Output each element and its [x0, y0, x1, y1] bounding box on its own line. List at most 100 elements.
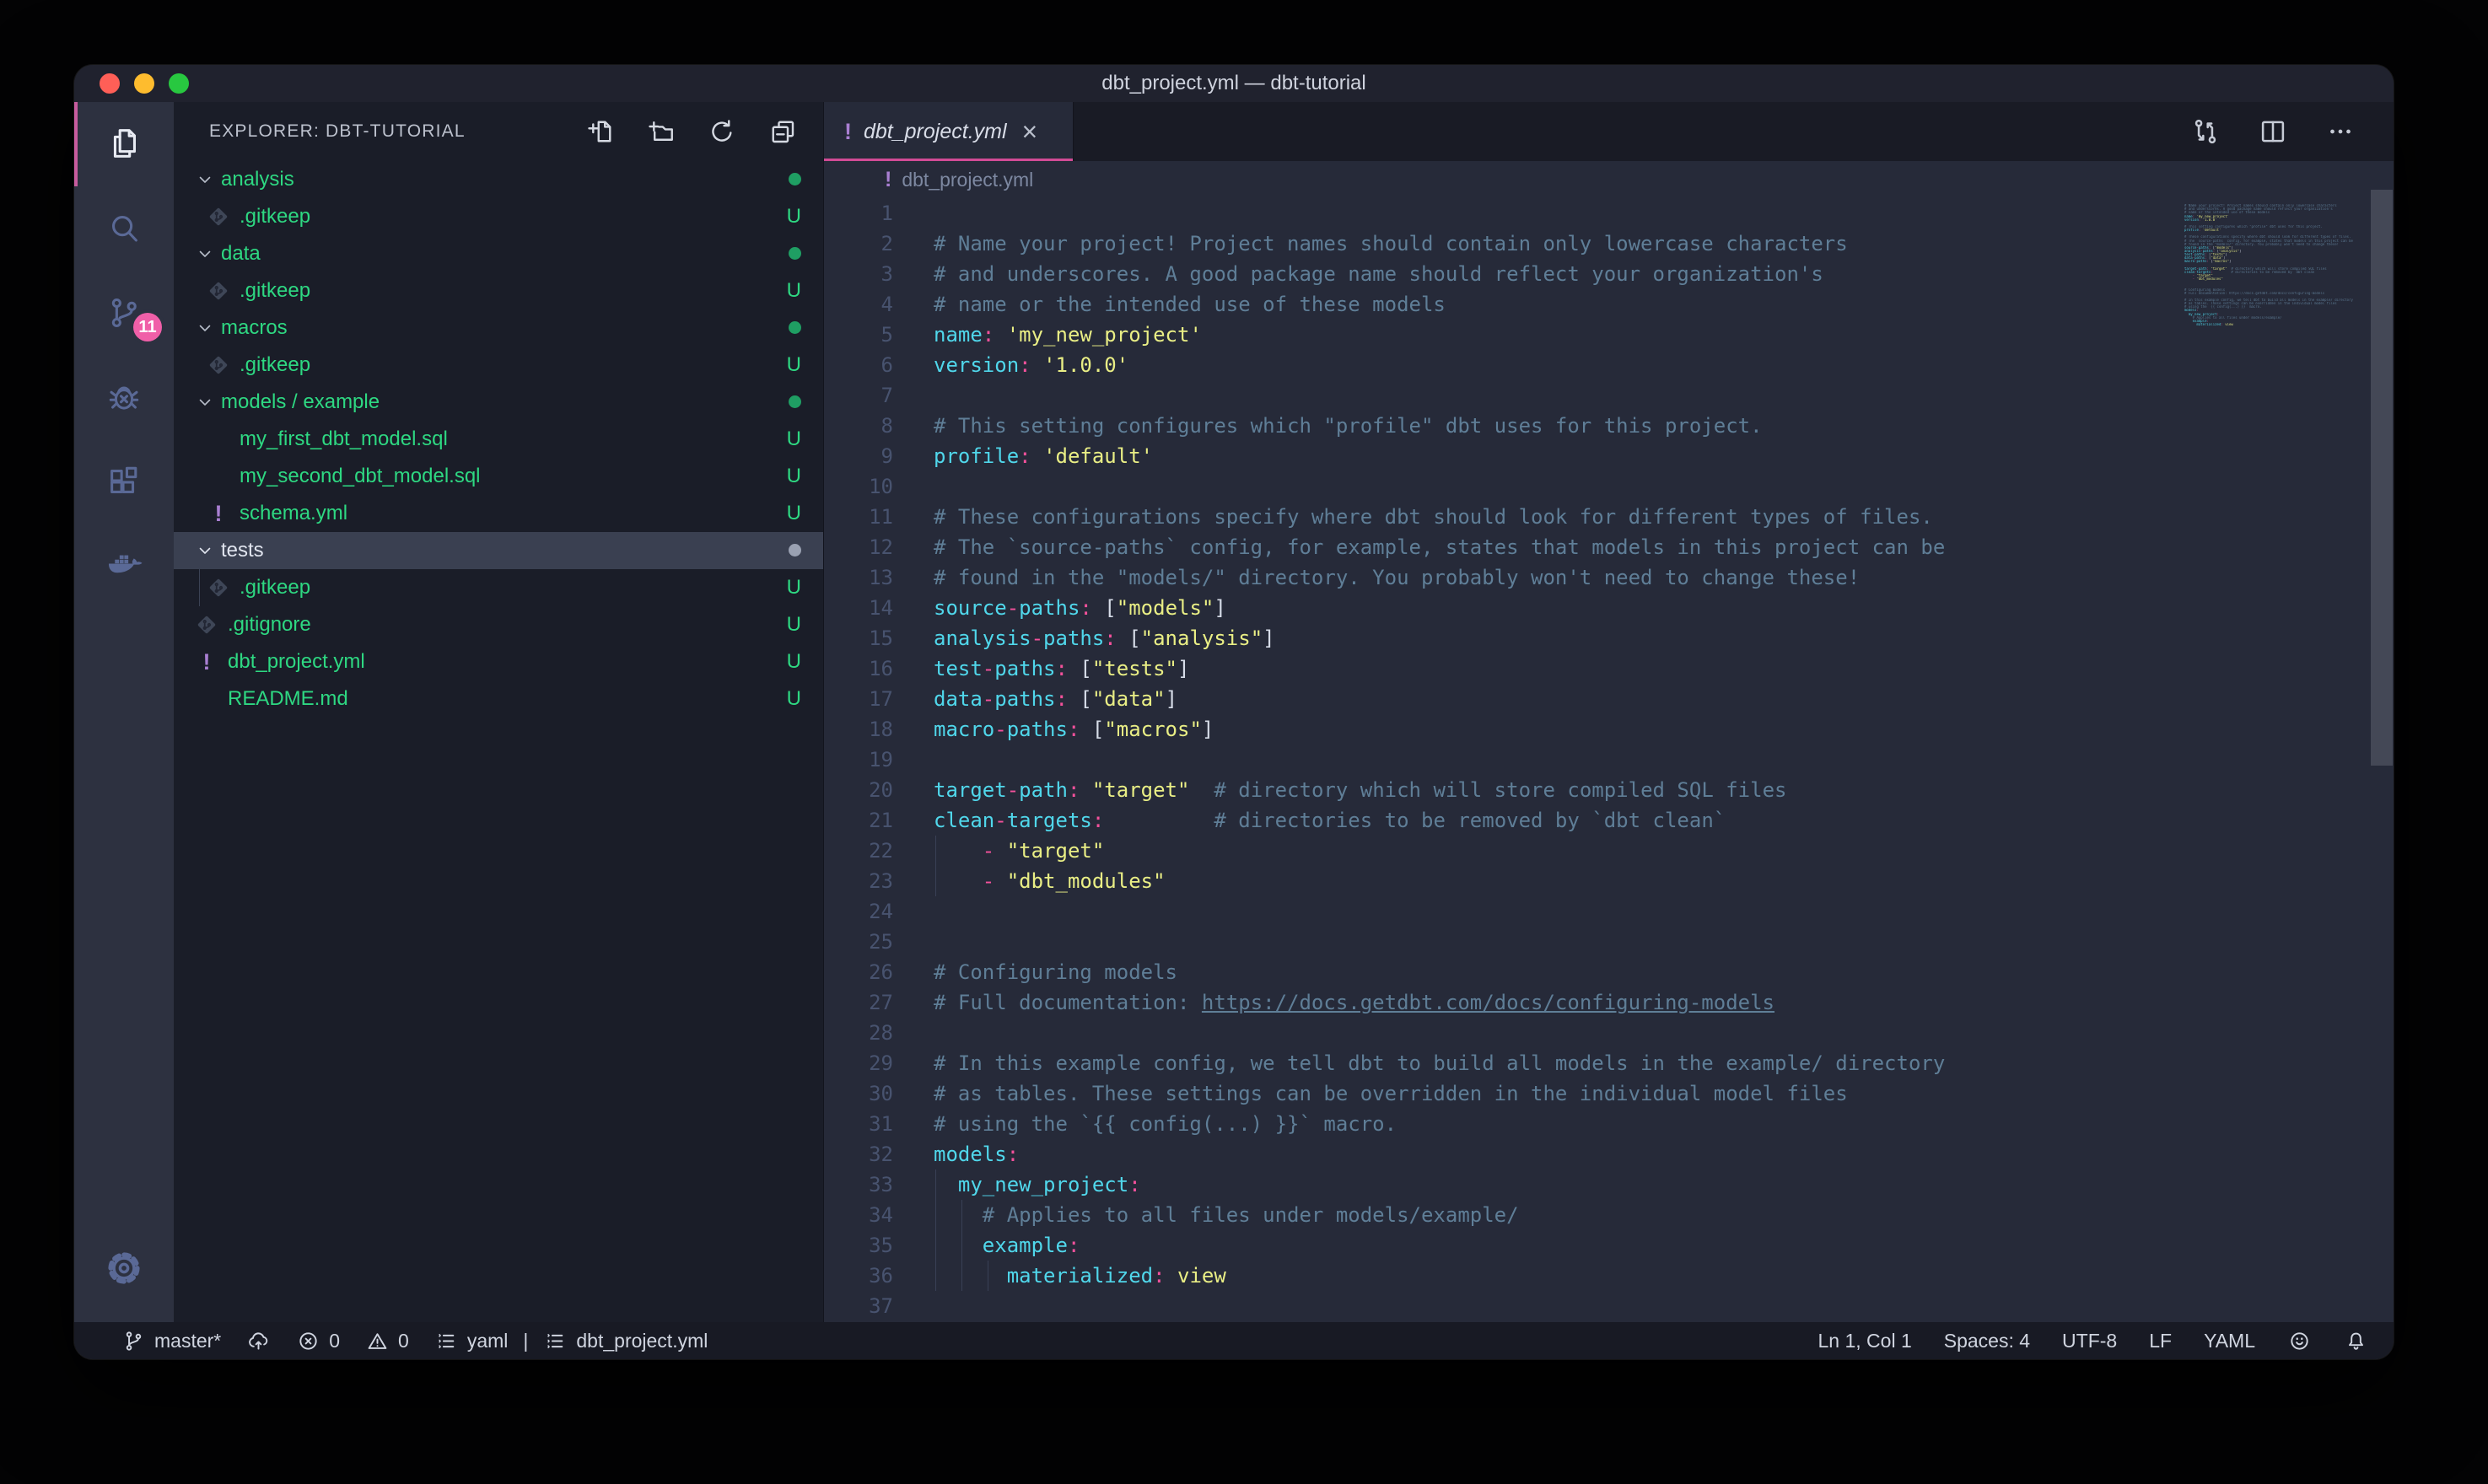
code-line[interactable]: 8# This setting configures which "profil…	[824, 411, 2184, 441]
code-line[interactable]: 12# The `source-paths` config, for examp…	[824, 532, 2184, 562]
tree-item--gitkeep[interactable]: .gitkeepU	[174, 272, 823, 309]
code-line[interactable]: 13# found in the "models/" directory. Yo…	[824, 562, 2184, 593]
activity-source-control-button[interactable]: 11	[74, 271, 174, 355]
tree-item-data[interactable]: data	[174, 235, 823, 272]
new-folder-icon[interactable]	[646, 116, 676, 147]
code-line[interactable]: 3# and underscores. A good package name …	[824, 259, 2184, 289]
tree-item-tests[interactable]: tests	[174, 532, 823, 569]
code-line[interactable]: 1	[824, 198, 2184, 229]
code-line[interactable]: 2# Name your project! Project names shou…	[824, 229, 2184, 259]
code-line[interactable]: 24	[824, 896, 2184, 927]
code-line[interactable]: 18macro-paths: ["macros"]	[824, 714, 2184, 745]
tree-item-readme-md[interactable]: README.mdU	[174, 680, 823, 718]
tree-item--gitkeep[interactable]: .gitkeepU	[174, 569, 823, 606]
status-encoding[interactable]: UTF-8	[2062, 1330, 2117, 1352]
title-bar[interactable]: dbt_project.yml — dbt-tutorial	[74, 65, 2394, 102]
code-line-text: - "target"	[934, 836, 2184, 866]
code-line[interactable]: 5name: 'my_new_project'	[824, 320, 2184, 350]
code-line[interactable]: 27# Full documentation: https://docs.get…	[824, 987, 2184, 1018]
activity-search-button[interactable]	[74, 186, 174, 271]
code-line-text: my_new_project:	[934, 1169, 2184, 1200]
code-line[interactable]: 34 # Applies to all files under models/e…	[824, 1200, 2184, 1230]
status-warning-count[interactable]: 0	[365, 1329, 409, 1353]
split-editor-icon[interactable]	[2257, 116, 2289, 148]
line-number: 21	[824, 805, 893, 836]
minimize-window-button[interactable]	[134, 73, 154, 94]
collapse-all-icon[interactable]	[767, 116, 798, 147]
tree-item-label: models / example	[221, 390, 776, 414]
tree-item-my-first-dbt-model-sql[interactable]: my_first_dbt_model.sqlU	[174, 421, 823, 458]
code-line[interactable]: 6version: '1.0.0'	[824, 350, 2184, 380]
close-window-button[interactable]	[100, 73, 120, 94]
code-line[interactable]: 29# In this example config, we tell dbt …	[824, 1048, 2184, 1078]
code-line[interactable]: 22 - "target"	[824, 836, 2184, 866]
tree-item-models-example[interactable]: models / example	[174, 384, 823, 421]
code-line[interactable]: 33 my_new_project:	[824, 1169, 2184, 1200]
code-line[interactable]: 11# These configurations specify where d…	[824, 502, 2184, 532]
tree-item--gitkeep[interactable]: .gitkeepU	[174, 347, 823, 384]
code-line[interactable]: 15analysis-paths: ["analysis"]	[824, 623, 2184, 653]
status-feedback[interactable]	[2287, 1329, 2312, 1353]
code-line[interactable]: 14source-paths: ["models"]	[824, 593, 2184, 623]
zoom-window-button[interactable]	[169, 73, 189, 94]
minimap[interactable]: # Name your project! Project names shoul…	[2184, 198, 2372, 1322]
status-linter-yaml[interactable]: yaml	[434, 1329, 509, 1353]
code-line[interactable]: 36 materialized: view	[824, 1261, 2184, 1291]
code-line[interactable]: 28	[824, 1018, 2184, 1048]
yaml-warning-icon: !	[206, 501, 231, 526]
tree-item-analysis[interactable]: analysis	[174, 161, 823, 198]
tree-item-dbt-project-yml[interactable]: !dbt_project.ymlU	[174, 643, 823, 680]
code-line[interactable]: 31# using the `{{ config(...) }}` macro.	[824, 1109, 2184, 1139]
code-line-text: # Full documentation: https://docs.getdb…	[934, 987, 2184, 1018]
code-line[interactable]: 17data-paths: ["data"]	[824, 684, 2184, 714]
code-line[interactable]: 4# name or the intended use of these mod…	[824, 289, 2184, 320]
activity-extensions-button[interactable]	[74, 439, 174, 524]
code-line[interactable]: 32models:	[824, 1139, 2184, 1169]
status-branch-indicator[interactable]: master*	[121, 1329, 221, 1353]
code-line[interactable]: 26# Configuring models	[824, 957, 2184, 987]
status-indentation[interactable]: Spaces: 4	[1944, 1330, 2030, 1352]
status-branch-indicator-label: master*	[154, 1330, 221, 1352]
tab-dbt-project-yml[interactable]: ! dbt_project.yml ×	[824, 102, 1074, 161]
editor-scrollbar[interactable]	[2371, 190, 2393, 766]
code-line[interactable]: 37	[824, 1291, 2184, 1321]
more-actions-icon[interactable]	[2324, 116, 2356, 148]
code-line[interactable]: 30# as tables. These settings can be ove…	[824, 1078, 2184, 1109]
open-changes-icon[interactable]	[2189, 116, 2221, 148]
code-area[interactable]: 12# Name your project! Project names sho…	[824, 198, 2184, 1322]
tree-item--gitkeep[interactable]: .gitkeepU	[174, 198, 823, 235]
tree-item-my-second-dbt-model-sql[interactable]: my_second_dbt_model.sqlU	[174, 458, 823, 495]
new-file-icon[interactable]	[585, 116, 616, 147]
status-error-count[interactable]: 0	[296, 1329, 340, 1353]
status-notifications[interactable]	[2344, 1329, 2368, 1353]
status-active-file-indicator[interactable]: dbt_project.yml	[543, 1329, 708, 1353]
code-line[interactable]: 9profile: 'default'	[824, 441, 2184, 471]
status-eol-style[interactable]: LF	[2149, 1330, 2172, 1352]
git-file-icon	[206, 278, 231, 304]
activity-files-button[interactable]	[74, 102, 174, 186]
code-line[interactable]: 7	[824, 380, 2184, 411]
close-tab-icon[interactable]: ×	[1022, 118, 1038, 145]
status-language-mode[interactable]: YAML	[2204, 1330, 2255, 1352]
code-line-text	[934, 1291, 2184, 1321]
refresh-icon[interactable]	[707, 116, 737, 147]
code-line[interactable]: 21clean-targets: # directories to be rem…	[824, 805, 2184, 836]
status-cursor-position[interactable]: Ln 1, Col 1	[1818, 1330, 1912, 1352]
tree-item-macros[interactable]: macros	[174, 309, 823, 347]
code-line[interactable]: 10	[824, 471, 2184, 502]
code-line[interactable]: 16test-paths: ["tests"]	[824, 653, 2184, 684]
activity-docker-button[interactable]	[74, 524, 174, 608]
status-publish-changes[interactable]	[246, 1329, 271, 1353]
files-icon	[105, 125, 143, 164]
code-line[interactable]: 23 - "dbt_modules"	[824, 866, 2184, 896]
code-line[interactable]: 25	[824, 927, 2184, 957]
tree-item--gitignore[interactable]: .gitignoreU	[174, 606, 823, 643]
code-line[interactable]: 20target-path: "target" # directory whic…	[824, 775, 2184, 805]
activity-gear-button[interactable]	[74, 1226, 174, 1310]
code-line[interactable]: 19	[824, 745, 2184, 775]
activity-debug-button[interactable]	[74, 355, 174, 439]
tree-item-schema-yml[interactable]: !schema.ymlU	[174, 495, 823, 532]
code-line[interactable]: 35 example:	[824, 1230, 2184, 1261]
status-warning-count-label: 0	[398, 1330, 409, 1352]
breadcrumb[interactable]: ! dbt_project.yml	[824, 161, 2394, 198]
